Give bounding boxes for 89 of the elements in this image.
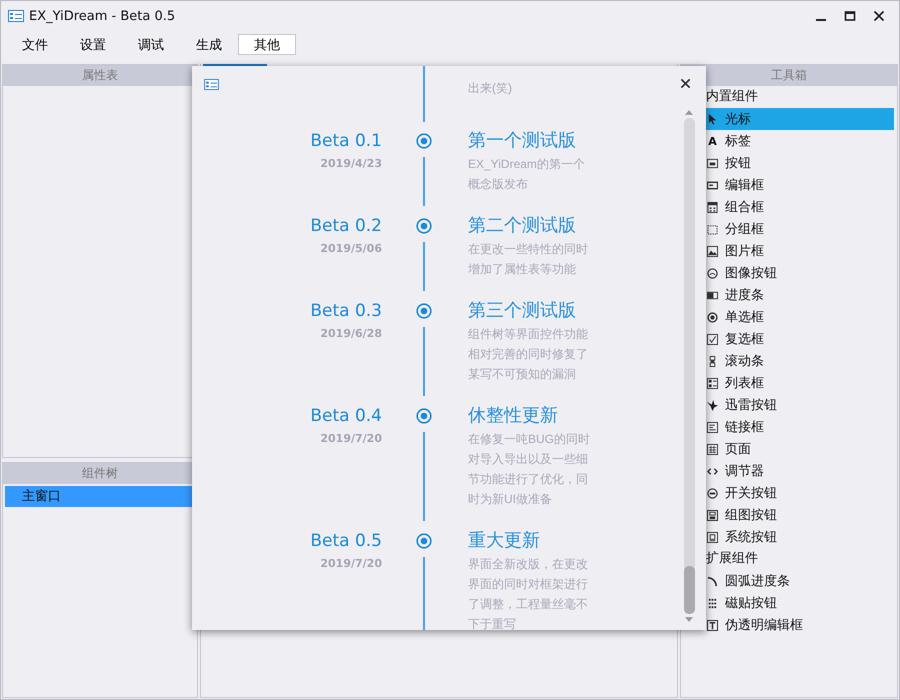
letter-icon: A [707, 136, 718, 146]
textbox-icon [707, 180, 718, 190]
toolbox-item[interactable]: 单选框 [681, 306, 894, 328]
timeline-line [423, 242, 425, 291]
menu-tab[interactable]: 生成 [180, 34, 238, 55]
tree-item[interactable]: 主窗口 [5, 486, 195, 507]
dots-icon [707, 598, 718, 608]
toolbox-item[interactable]: 滚动条 [681, 350, 894, 372]
close-icon[interactable] [873, 10, 885, 22]
version-label: Beta 0.2 [310, 215, 382, 238]
toolbox-item[interactable]: 复选框 [681, 328, 894, 350]
toolbox-item[interactable]: 进度条 [681, 284, 894, 306]
list-icon [707, 378, 718, 388]
toolbox-item[interactable]: 图片框 [681, 240, 894, 262]
description: 界面全新改版，在更改界面的同时对框架进行了调整，工程量丝毫不下于重写 [468, 556, 589, 630]
date-label: 2019/4/23 [320, 156, 382, 172]
toolbox-item[interactable]: 调节器 [681, 460, 894, 482]
timeline-node-icon [416, 133, 432, 149]
progress-icon [707, 290, 718, 300]
window-icon [204, 79, 219, 90]
scrollbar-icon [707, 356, 718, 366]
description: 在修复一吨BUG的同时对导入导出以及一些细节功能进行了优化，同时为新UI做准备 [468, 431, 592, 508]
timeline-node-icon [416, 533, 432, 549]
release-title: 休整性更新 [468, 404, 559, 428]
release-title: 第一个测试版 [468, 129, 577, 153]
toolbox-item[interactable]: 组图按钮 [681, 504, 894, 526]
version-label: Beta 0.3 [310, 300, 382, 323]
description: 在更改一些特性的同时增加了属性表等功能 [468, 241, 589, 278]
toolbox-item[interactable]: 分组框 [681, 218, 894, 240]
arc-icon [707, 576, 718, 586]
description: 出来(笑) [468, 80, 513, 97]
grid-icon [707, 444, 718, 454]
toolbox-group-label: 内置组件 [705, 88, 759, 106]
version-label: Beta 0.5 [310, 530, 382, 553]
release-title: 第三个测试版 [468, 299, 577, 323]
window-title: EX_YiDream - Beta 0.5 [29, 8, 176, 24]
menu-tab[interactable]: 其他 [238, 34, 296, 55]
timeline-node-icon [416, 303, 432, 319]
toolbox-item[interactable]: 组合框 [681, 196, 894, 218]
button-icon [707, 158, 718, 168]
radio-icon [707, 312, 718, 322]
date-label: 2019/6/28 [320, 326, 382, 342]
checkbox-icon [707, 334, 718, 344]
timeline-node-icon [416, 408, 432, 424]
maximize-icon[interactable] [844, 10, 856, 22]
toolbox-group-label: 扩展组件 [705, 550, 759, 568]
toolbox-item[interactable]: 系统按钮 [681, 526, 894, 548]
timeline-line [423, 327, 425, 396]
image-icon [707, 246, 718, 256]
release-title: 第二个测试版 [468, 214, 577, 238]
date-label: 2019/5/06 [320, 241, 382, 257]
toolbox-item[interactable]: 编辑框 [681, 174, 894, 196]
document-icon [707, 422, 718, 432]
toolbox-item[interactable]: 列表框 [681, 372, 894, 394]
toolbox-item[interactable]: 图像按钮 [681, 262, 894, 284]
toolbox-item[interactable]: 迅雷按钮 [681, 394, 894, 416]
image-icon [707, 510, 718, 520]
close-icon[interactable] [680, 78, 691, 89]
release-title: 重大更新 [468, 529, 541, 553]
panel-header: 属性表 [3, 65, 197, 86]
timeline-line [423, 157, 425, 206]
calculator-icon [707, 202, 718, 212]
timeline-node-icon [416, 218, 432, 234]
version-label: Beta 0.4 [310, 405, 382, 428]
description: EX_YiDream的第一个概念版发布 [468, 156, 586, 193]
toolbox-item[interactable]: 页面 [681, 438, 894, 460]
toolbox-item[interactable]: 伪透明编辑框 [681, 614, 894, 636]
description: 组件树等界面控件功能相对完善的同时修复了某写不可预知的漏洞 [468, 326, 589, 383]
dashed-frame-icon [707, 224, 718, 234]
timeline-line [423, 66, 425, 122]
brackets-icon [707, 466, 718, 476]
date-label: 2019/7/20 [320, 556, 382, 572]
version-label: Beta 0.1 [310, 130, 382, 153]
scrollbar-thumb[interactable] [684, 566, 694, 614]
toolbox-item[interactable]: 按钮 [681, 152, 894, 174]
toolbox-item[interactable]: 圆弧进度条 [681, 570, 894, 592]
scrollbar-track[interactable] [684, 118, 694, 614]
frame-icon [707, 532, 718, 542]
app-icon [8, 10, 24, 22]
toolbox-item[interactable]: 磁贴按钮 [681, 592, 894, 614]
toolbox-item[interactable]: 链接框 [681, 416, 894, 438]
cursor-icon [707, 114, 718, 124]
date-label: 2019/7/20 [320, 431, 382, 447]
toggle-icon [707, 488, 718, 498]
text-box-icon [707, 620, 718, 630]
menu-tab[interactable]: 文件 [6, 34, 64, 55]
menu-tab[interactable]: 调试 [122, 34, 180, 55]
menu-tab[interactable]: 设置 [64, 34, 122, 55]
toolbox-item[interactable]: 开关按钮 [681, 482, 894, 504]
